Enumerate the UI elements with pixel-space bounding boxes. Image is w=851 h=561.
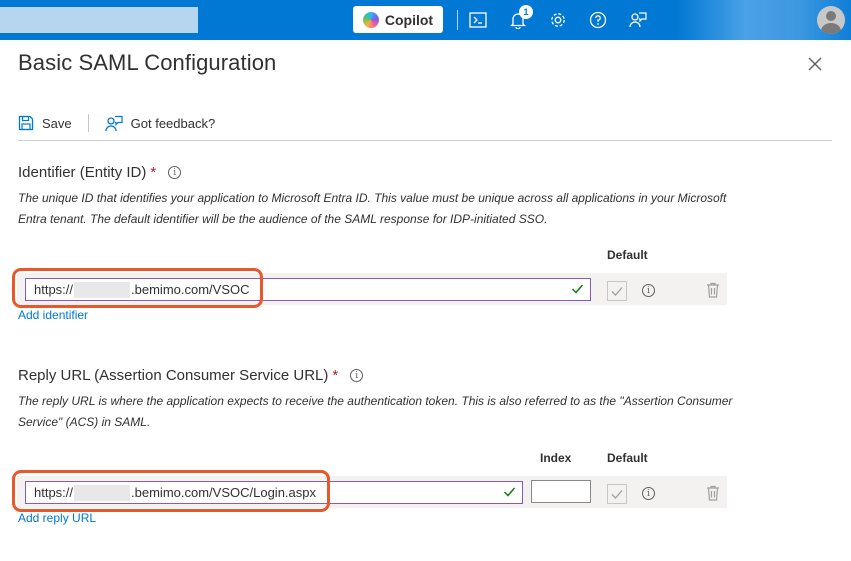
topbar-divider	[457, 10, 458, 30]
required-mark: *	[332, 367, 339, 384]
command-bar: Save Got feedback?	[18, 110, 215, 136]
identifier-description: The unique ID that identifies your appli…	[18, 191, 727, 226]
command-divider	[87, 114, 89, 132]
avatar[interactable]	[817, 6, 845, 34]
copilot-button[interactable]: Copilot	[353, 6, 443, 33]
avatar-body	[821, 23, 841, 34]
add-identifier-link[interactable]: Add identifier	[18, 308, 88, 322]
checkbox-check-icon	[611, 490, 623, 499]
checkmark-icon	[571, 284, 584, 294]
add-reply-url-link[interactable]: Add reply URL	[18, 511, 96, 525]
reply-url-description: The reply URL is where the application e…	[18, 394, 733, 429]
save-label: Save	[42, 115, 72, 131]
reply-url-title-text: Reply URL (Assertion Consumer Service UR…	[18, 367, 329, 384]
trash-icon[interactable]	[706, 485, 720, 501]
identifier-title-text: Identifier (Entity ID)	[18, 164, 147, 181]
avatar-head	[826, 11, 836, 21]
trash-icon[interactable]	[706, 282, 720, 298]
required-mark: *	[150, 164, 157, 181]
feedback-button[interactable]: Got feedback?	[104, 115, 216, 132]
search-box-redacted[interactable]	[0, 7, 198, 33]
identifier-info-icon[interactable]: i	[642, 284, 655, 297]
copilot-icon	[362, 11, 379, 28]
identifier-default-checkbox[interactable]	[607, 281, 627, 301]
info-icon[interactable]: i	[350, 369, 364, 382]
reply-url-default-header: Default	[607, 451, 648, 465]
page-title: Basic SAML Configuration	[18, 50, 277, 75]
identifier-default-header: Default	[607, 248, 648, 262]
reply-url-title: Reply URL (Assertion Consumer Service UR…	[18, 367, 364, 384]
save-icon	[18, 115, 34, 131]
reply-url-index-header: Index	[540, 451, 572, 465]
feedback-person-icon	[104, 115, 123, 131]
cloud-shell-icon[interactable]	[467, 9, 489, 31]
info-icon[interactable]: i	[168, 166, 182, 179]
checkmark-icon	[503, 487, 516, 497]
reply-url-index-input[interactable]	[531, 480, 591, 503]
notification-badge: 1	[519, 5, 533, 19]
command-bar-divider	[18, 140, 832, 141]
help-icon[interactable]	[587, 9, 609, 31]
checkbox-check-icon	[611, 287, 623, 296]
identifier-highlight	[12, 268, 263, 308]
gear-icon[interactable]	[547, 9, 569, 31]
azure-top-bar: Copilot 1	[0, 0, 851, 40]
reply-url-info-icon[interactable]: i	[642, 487, 655, 500]
close-icon[interactable]	[806, 55, 824, 73]
feedback-label: Got feedback?	[130, 115, 216, 131]
copilot-label: Copilot	[384, 11, 434, 28]
save-button[interactable]: Save	[18, 115, 72, 131]
reply-url-default-checkbox[interactable]	[607, 484, 627, 504]
feedback-icon[interactable]	[627, 9, 649, 31]
reply-url-highlight	[12, 470, 330, 512]
identifier-title: Identifier (Entity ID) * i	[18, 164, 182, 181]
